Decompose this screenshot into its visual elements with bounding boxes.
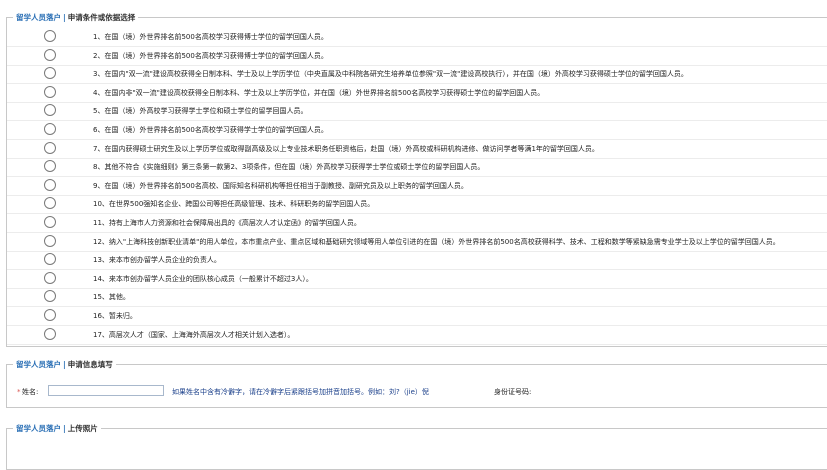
option-radio[interactable] bbox=[44, 67, 56, 80]
option-row[interactable]: 9、在国（境）外世界排名前500名高校、国际知名科研机构等担任相当于副教授、副研… bbox=[7, 177, 827, 196]
option-label: 10、在世界500强知名企业、跨国公司等担任高级管理、技术、科研职务的留学回国人… bbox=[93, 200, 375, 209]
option-radio[interactable] bbox=[44, 309, 56, 321]
conditions-legend: 留学人员落户 | 申请条件或依据选择 bbox=[13, 12, 139, 23]
conditions-fieldset: 留学人员落户 | 申请条件或依据选择 1、在国（境）外世界排名前500名高校学习获得… bbox=[6, 12, 827, 347]
option-radio[interactable] bbox=[44, 48, 56, 61]
section-title: 上传照片 bbox=[67, 424, 98, 433]
option-label: 15、其他。 bbox=[93, 293, 130, 302]
name-hint: 如果姓名中含有冷僻字，请在冷僻字后紧跟括号加拼音加括号。例如：刘?（jie）倪 bbox=[172, 388, 429, 396]
option-radio[interactable] bbox=[44, 327, 56, 340]
option-radio[interactable] bbox=[44, 141, 56, 154]
option-label: 8、其他不符合《实施细则》第三条第一款第2、3项条件，但在国（境）外高校学习获得… bbox=[93, 163, 485, 172]
section-title: 申请条件或依据选择 bbox=[67, 13, 136, 22]
option-row[interactable]: 12、纳入"上海科技创新职业清单"的用人单位，本市重点产业、重点区域和基础研究领… bbox=[7, 233, 827, 252]
option-radio[interactable] bbox=[44, 85, 56, 98]
option-label: 3、在国内"双一流"建设高校获得全日制本科、学士及以上学历学位（中央直属及中科院… bbox=[93, 70, 688, 79]
option-row[interactable]: 3、在国内"双一流"建设高校获得全日制本科、学士及以上学历学位（中央直属及中科院… bbox=[7, 65, 827, 85]
option-row[interactable]: 2、在国（境）外世界排名前500名高校学习获得博士学位的留学回国人员。 bbox=[7, 47, 827, 66]
section-prefix: 留学人员落户 bbox=[16, 13, 61, 22]
option-label: 11、持有上海市人力资源和社会保障局出具的《高层次人才认定函》的留学回国人员。 bbox=[93, 219, 361, 227]
option-row[interactable]: 6、在国（境）外世界排名前500名高校学习获得学士学位的留学回国人员。 bbox=[7, 121, 827, 140]
name-row: * 姓名: 如果姓名中含有冷僻字，请在冷僻字后紧跟括号加拼音加括号。例如：刘?（… bbox=[7, 383, 827, 401]
id-number-label: 身份证号码: bbox=[494, 388, 532, 396]
section-prefix: 留学人员落户 bbox=[16, 360, 61, 369]
option-row[interactable]: 7、在国内获得硕士研究生及以上学历学位或取得副高级及以上专业技术职务任职资格后，… bbox=[7, 140, 827, 159]
option-row[interactable]: 17、高层次人才（国家、上海海外高层次人才相关计划入选者）。 bbox=[7, 326, 827, 345]
option-label: 6、在国（境）外世界排名前500名高校学习获得学士学位的留学回国人员。 bbox=[93, 126, 328, 134]
option-label: 12、纳入"上海科技创新职业清单"的用人单位，本市重点产业、重点区域和基础研究领… bbox=[93, 237, 780, 246]
option-label: 13、来本市创办留学人员企业的负责人。 bbox=[93, 256, 221, 265]
option-radio[interactable] bbox=[44, 271, 56, 284]
photo-legend: 留学人员落户 | 上传照片 bbox=[13, 423, 101, 434]
option-row[interactable]: 15、其他。 bbox=[7, 288, 827, 308]
option-label: 17、高层次人才（国家、上海海外高层次人才相关计划入选者）。 bbox=[93, 330, 295, 339]
name-input[interactable] bbox=[48, 385, 164, 396]
option-radio[interactable] bbox=[44, 104, 56, 117]
option-radio[interactable] bbox=[44, 30, 56, 42]
legend-separator: | bbox=[63, 424, 66, 433]
option-label: 9、在国（境）外世界排名前500名高校、国际知名科研机构等担任相当于副教授、副研… bbox=[93, 181, 468, 190]
option-radio[interactable] bbox=[44, 197, 56, 210]
section-prefix: 留学人员落户 bbox=[16, 424, 61, 433]
option-label: 16、暂未归。 bbox=[93, 312, 137, 320]
option-radio[interactable] bbox=[44, 178, 56, 191]
option-row[interactable]: 11、持有上海市人力资源和社会保障局出具的《高层次人才认定函》的留学回国人员。 bbox=[7, 214, 827, 233]
option-label: 1、在国（境）外世界排名前500名高校学习获得博士学位的留学回国人员。 bbox=[93, 33, 328, 41]
option-row[interactable]: 1、在国（境）外世界排名前500名高校学习获得博士学位的留学回国人员。 bbox=[7, 28, 827, 47]
name-label: 姓名: bbox=[22, 388, 39, 396]
option-radio[interactable] bbox=[44, 290, 56, 303]
required-mark: * bbox=[17, 388, 21, 396]
option-row[interactable]: 13、来本市创办留学人员企业的负责人。 bbox=[7, 251, 827, 271]
option-label: 5、在国（境）外高校学习获得学士学位和硕士学位的留学回国人员。 bbox=[93, 107, 308, 116]
option-radio[interactable] bbox=[44, 123, 56, 135]
photo-fieldset: 留学人员落户 | 上传照片 bbox=[6, 423, 827, 470]
legend-separator: | bbox=[63, 360, 66, 369]
option-label: 2、在国（境）外世界排名前500名高校学习获得博士学位的留学回国人员。 bbox=[93, 51, 328, 60]
option-label: 4、在国内非"双一流"建设高校获得全日制本科、学士及以上学历学位，并在国（境）外… bbox=[93, 88, 545, 97]
option-label: 7、在国内获得硕士研究生及以上学历学位或取得副高级及以上专业技术职务任职资格后，… bbox=[93, 144, 599, 153]
option-radio[interactable] bbox=[44, 234, 56, 247]
option-row[interactable]: 16、暂未归。 bbox=[7, 307, 827, 326]
section-title: 申请信息填写 bbox=[67, 360, 113, 369]
option-row[interactable]: 14、来本市创办留学人员企业的团队核心成员（一般累计不超过3人）。 bbox=[7, 270, 827, 289]
option-radio[interactable] bbox=[44, 216, 56, 228]
option-row[interactable]: 10、在世界500强知名企业、跨国公司等担任高级管理、技术、科研职务的留学回国人… bbox=[7, 195, 827, 215]
option-row[interactable]: 8、其他不符合《实施细则》第三条第一款第2、3项条件，但在国（境）外高校学习获得… bbox=[7, 158, 827, 178]
option-label: 14、来本市创办留学人员企业的团队核心成员（一般累计不超过3人）。 bbox=[93, 274, 313, 283]
info-fieldset: 留学人员落户 | 申请信息填写 * 姓名: 如果姓名中含有冷僻字，请在冷僻字后紧跟括… bbox=[6, 359, 827, 408]
legend-separator: | bbox=[63, 13, 66, 22]
option-radio[interactable] bbox=[44, 160, 56, 173]
option-row[interactable]: 5、在国（境）外高校学习获得学士学位和硕士学位的留学回国人员。 bbox=[7, 102, 827, 122]
option-row[interactable]: 4、在国内非"双一流"建设高校获得全日制本科、学士及以上学历学位，并在国（境）外… bbox=[7, 84, 827, 103]
info-legend: 留学人员落户 | 申请信息填写 bbox=[13, 359, 116, 370]
option-radio[interactable] bbox=[44, 253, 56, 266]
